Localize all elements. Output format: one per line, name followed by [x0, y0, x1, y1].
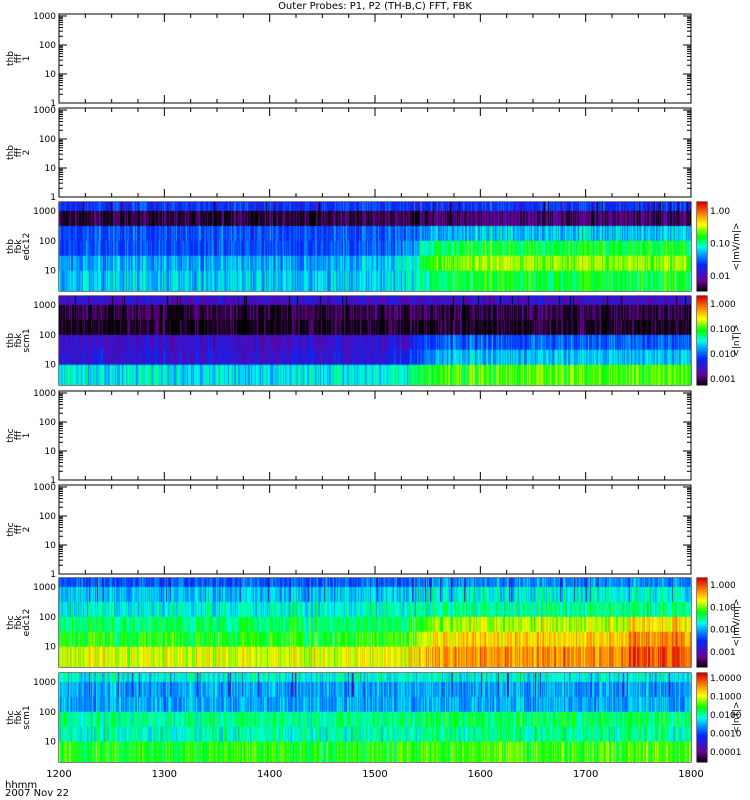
colorbar	[697, 296, 707, 385]
x-tick-label: 1700	[573, 769, 598, 780]
colorbar-tick-label: 0.0001	[710, 748, 742, 758]
y-tick-label: 100	[39, 708, 56, 718]
y-tick-label: 1	[50, 570, 56, 580]
colorbar-tick-label: 0.001	[710, 648, 736, 658]
x-tick-label: 1200	[46, 769, 71, 780]
panel-label: 1	[22, 56, 32, 62]
y-tick-label: 1000	[33, 207, 56, 217]
panel-label: scm1	[22, 705, 32, 729]
colorbar-unit-label: <|mV/m|>	[732, 599, 742, 647]
y-tick-label: 1000	[33, 12, 56, 22]
y-tick-label: 100	[39, 331, 56, 341]
panel-label: edc12	[22, 609, 32, 637]
x-tick-label: 1800	[678, 769, 703, 780]
colorbar-unit-label: <|mV/m|>	[732, 223, 742, 271]
colorbar-tick-label: 0.1000	[710, 693, 742, 703]
y-tick-label: 100	[39, 512, 56, 522]
spectrogram-thc-fbk-edc12	[59, 578, 691, 667]
panel-label: scm1	[22, 328, 32, 352]
y-tick-label: 1	[50, 193, 56, 203]
y-tick-label: 10	[45, 447, 57, 457]
y-tick-label: 10	[45, 70, 57, 80]
y-tick-label: 1000	[33, 106, 56, 116]
y-tick-label: 10	[45, 361, 57, 371]
x-tick-label: 1600	[468, 769, 493, 780]
y-tick-label: 100	[39, 135, 56, 145]
y-tick-label: 1000	[33, 389, 56, 399]
y-tick-label: 1000	[33, 583, 56, 593]
colorbar	[697, 578, 707, 667]
x-tick-label: 1400	[257, 769, 282, 780]
y-tick-label: 1000	[33, 301, 56, 311]
y-tick-label: 100	[39, 613, 56, 623]
spectrogram-thc-fbk-scm1	[59, 673, 691, 762]
date-label: 2007 Nov 22	[5, 788, 70, 799]
x-tick-label: 1500	[362, 769, 387, 780]
panel-label: 2	[22, 527, 32, 533]
colorbar-tick-label: 0.001	[710, 375, 736, 385]
colorbar-tick-label: 1.00	[710, 207, 730, 217]
y-tick-label: 100	[39, 418, 56, 428]
y-tick-label: 10	[45, 267, 57, 277]
y-tick-label: 10	[45, 643, 57, 653]
colorbar-unit-label: <|nT|>	[732, 701, 742, 733]
colorbar	[697, 673, 707, 762]
panel-frame	[58, 390, 692, 481]
y-tick-label: 100	[39, 237, 56, 247]
colorbar-tick-label: 1.0000	[710, 674, 742, 684]
x-tick-label: 1300	[152, 769, 177, 780]
panel-label: 1	[22, 433, 32, 439]
panel-frame	[58, 13, 692, 104]
y-tick-label: 10	[45, 738, 57, 748]
colorbar-tick-label: 1.000	[710, 581, 736, 591]
panel-frame	[58, 107, 692, 198]
colorbar-unit-label: <|nT|>	[732, 324, 742, 356]
panel-label: edc12	[22, 233, 32, 261]
y-tick-label: 1000	[33, 678, 56, 688]
spectrogram-thb-fbk-scm1	[59, 296, 691, 385]
y-tick-label: 10	[45, 164, 57, 174]
colorbar-tick-label: 1.000	[710, 300, 736, 310]
colorbar-tick-label: 0.10	[710, 239, 730, 249]
colorbar-tick-label: 0.01	[710, 272, 730, 282]
panel-label: 2	[22, 150, 32, 156]
y-tick-label: 100	[39, 41, 56, 51]
colorbar	[697, 202, 707, 291]
y-tick-label: 10	[45, 541, 57, 551]
y-tick-label: 1000	[33, 483, 56, 493]
panel-frame	[58, 484, 692, 575]
spectrogram-thb-fbk-edc12	[59, 202, 691, 291]
